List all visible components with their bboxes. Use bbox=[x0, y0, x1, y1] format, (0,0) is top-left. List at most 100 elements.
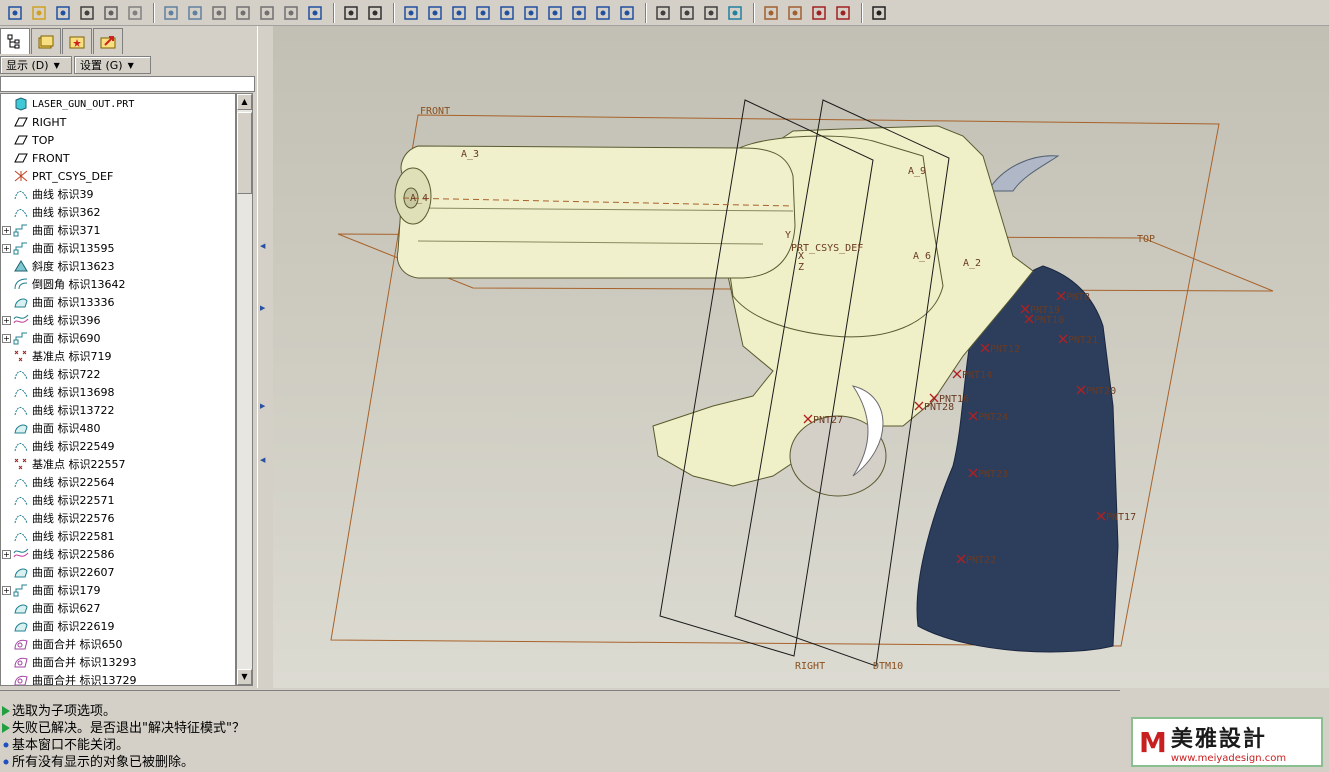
datum-axes-icon[interactable] bbox=[784, 2, 806, 24]
datum-plane-icon bbox=[13, 151, 29, 165]
csys-icon[interactable] bbox=[832, 2, 854, 24]
model-canvas[interactable]: FRONT TOP RIGHT DTM10 PRT_CSYS_DEF A_3 A… bbox=[273, 26, 1329, 688]
expand-icon[interactable]: + bbox=[2, 315, 11, 325]
expand-icon[interactable]: + bbox=[2, 585, 11, 595]
model-tree-tab[interactable] bbox=[0, 28, 30, 54]
tree-item[interactable]: + 曲面 标识179 bbox=[1, 581, 235, 599]
copy-icon[interactable] bbox=[232, 2, 254, 24]
part-icon bbox=[13, 97, 29, 111]
shading-icon[interactable] bbox=[724, 2, 746, 24]
tree-item[interactable]: + 曲线 标识396 bbox=[1, 311, 235, 329]
graphics-viewport[interactable]: FRONT TOP RIGHT DTM10 PRT_CSYS_DEF A_3 A… bbox=[273, 26, 1329, 688]
datum-points-icon[interactable] bbox=[808, 2, 830, 24]
redo-icon[interactable] bbox=[184, 2, 206, 24]
tree-item[interactable]: 曲线 标识22581 bbox=[1, 527, 235, 545]
view-manager-icon[interactable] bbox=[616, 2, 638, 24]
tree-item[interactable]: 曲线 标识13722 bbox=[1, 401, 235, 419]
expand-icon[interactable]: + bbox=[2, 243, 11, 253]
tree-item[interactable]: 曲面 标识22619 bbox=[1, 617, 235, 635]
tree-item[interactable]: 倒圆角 标识13642 bbox=[1, 275, 235, 293]
tree-scrollbar[interactable]: ▲ ▼ bbox=[236, 93, 253, 686]
tree-item[interactable]: 曲面 标识13336 bbox=[1, 293, 235, 311]
tree-item[interactable]: + 曲面 标识371 bbox=[1, 221, 235, 239]
cut-icon[interactable] bbox=[208, 2, 230, 24]
open-icon[interactable] bbox=[28, 2, 50, 24]
spin-center-icon[interactable] bbox=[424, 2, 446, 24]
tree-item[interactable]: + 曲面 标识13595 bbox=[1, 239, 235, 257]
saved-views-icon[interactable] bbox=[568, 2, 590, 24]
layers-icon[interactable] bbox=[592, 2, 614, 24]
expand-right-icon[interactable]: ▶ bbox=[260, 304, 265, 312]
undo-icon[interactable] bbox=[160, 2, 182, 24]
tree-item-label: 曲面合并 标识13729 bbox=[32, 674, 137, 686]
scroll-up-button[interactable]: ▲ bbox=[237, 94, 252, 110]
find-icon[interactable] bbox=[340, 2, 362, 24]
refit-icon[interactable] bbox=[520, 2, 542, 24]
save-icon[interactable] bbox=[52, 2, 74, 24]
tree-item-label: 曲线 标识396 bbox=[32, 314, 101, 327]
datum-planes-icon[interactable] bbox=[760, 2, 782, 24]
tree-item[interactable]: 曲面 标识480 bbox=[1, 419, 235, 437]
layer-tree-tab[interactable] bbox=[31, 28, 61, 54]
no-hidden-icon[interactable] bbox=[700, 2, 722, 24]
tree-item[interactable]: FRONT bbox=[1, 149, 235, 167]
show-dropdown[interactable]: 显示 (D) ▼ bbox=[0, 56, 72, 74]
tree-item[interactable]: 曲线 标识22571 bbox=[1, 491, 235, 509]
tree-item[interactable]: 曲线 标识13698 bbox=[1, 383, 235, 401]
scroll-thumb[interactable] bbox=[237, 112, 252, 194]
collapse-left-icon[interactable]: ◀ bbox=[260, 456, 265, 464]
tree-item[interactable]: 基准点 标识22557 bbox=[1, 455, 235, 473]
whats-this-icon[interactable] bbox=[868, 2, 890, 24]
tree-item[interactable]: 曲面 标识627 bbox=[1, 599, 235, 617]
mail-icon[interactable] bbox=[124, 2, 146, 24]
tree-root[interactable]: LASER_GUN_OUT.PRT bbox=[1, 95, 235, 113]
tree-item[interactable]: 曲面 标识22607 bbox=[1, 563, 235, 581]
tree-item[interactable]: 斜度 标识13623 bbox=[1, 257, 235, 275]
expand-icon[interactable]: + bbox=[2, 333, 11, 343]
repaint-icon[interactable] bbox=[400, 2, 422, 24]
tree-item[interactable]: 曲面合并 标识13293 bbox=[1, 653, 235, 671]
zoom-out-icon[interactable] bbox=[496, 2, 518, 24]
tree-item[interactable]: 曲线 标识22564 bbox=[1, 473, 235, 491]
tree-item[interactable]: 基准点 标识719 bbox=[1, 347, 235, 365]
tree-item[interactable]: 曲面合并 标识13729 bbox=[1, 671, 235, 686]
tree-item[interactable]: RIGHT bbox=[1, 113, 235, 131]
zoom-in-icon[interactable] bbox=[472, 2, 494, 24]
settings-dropdown[interactable]: 设置 (G) ▼ bbox=[74, 56, 151, 74]
tree-item[interactable]: PRT_CSYS_DEF bbox=[1, 167, 235, 185]
history-tab[interactable] bbox=[93, 28, 123, 54]
expand-icon[interactable]: + bbox=[2, 225, 11, 235]
tree-item[interactable]: 曲线 标识22576 bbox=[1, 509, 235, 527]
tree-item[interactable]: 曲线 标识39 bbox=[1, 185, 235, 203]
new-icon[interactable] bbox=[4, 2, 26, 24]
print-icon[interactable] bbox=[76, 2, 98, 24]
tree-item[interactable]: 曲面合并 标识650 bbox=[1, 635, 235, 653]
datum-plane-icon bbox=[13, 133, 29, 147]
hidden-line-icon[interactable] bbox=[676, 2, 698, 24]
tree-item-label: FRONT bbox=[32, 151, 70, 165]
scroll-down-button[interactable]: ▼ bbox=[237, 669, 252, 685]
regenerate-icon[interactable] bbox=[304, 2, 326, 24]
axis-label-a9: A_9 bbox=[908, 166, 926, 177]
paste-icon[interactable] bbox=[256, 2, 278, 24]
expand-icon[interactable]: + bbox=[2, 549, 11, 559]
tree-item[interactable]: + 曲线 标识22586 bbox=[1, 545, 235, 563]
paste-special-icon[interactable] bbox=[280, 2, 302, 24]
tree-filter-bar bbox=[0, 76, 255, 92]
orient-icon[interactable] bbox=[448, 2, 470, 24]
tree-item[interactable]: 曲线 标识22549 bbox=[1, 437, 235, 455]
tree-item[interactable]: TOP bbox=[1, 131, 235, 149]
expand-right-icon[interactable]: ▶ bbox=[260, 402, 265, 410]
favorites-tab[interactable] bbox=[62, 28, 92, 54]
reorient-icon[interactable] bbox=[544, 2, 566, 24]
axis-label-x: X bbox=[798, 251, 804, 262]
tree-item[interactable]: 曲线 标识362 bbox=[1, 203, 235, 221]
wireframe-icon[interactable] bbox=[652, 2, 674, 24]
tree-item[interactable]: + 曲面 标识690 bbox=[1, 329, 235, 347]
send-icon[interactable] bbox=[100, 2, 122, 24]
tree-item[interactable]: 曲线 标识722 bbox=[1, 365, 235, 383]
datum-point[interactable]: PNT14 bbox=[952, 369, 992, 381]
panel-splitter[interactable]: ◀ ▶ ▶ ◀ bbox=[257, 26, 273, 688]
collapse-left-icon[interactable]: ◀ bbox=[260, 242, 265, 250]
select-box-icon[interactable] bbox=[364, 2, 386, 24]
